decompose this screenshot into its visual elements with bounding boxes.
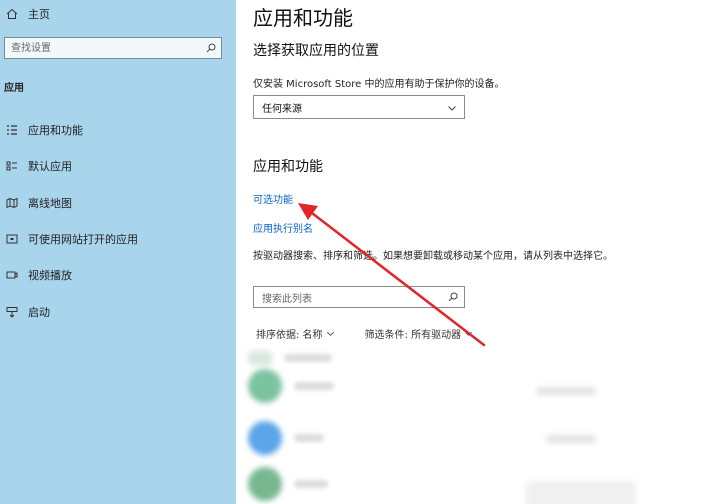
sidebar-item-video-playback[interactable]: 视频播放 [0,265,72,285]
app-size-placeholder [526,481,636,504]
app-list-blurred [236,345,708,504]
sidebar-item-default-apps[interactable]: 默认应用 [0,156,72,176]
sidebar-home-label: 主页 [28,8,50,21]
map-icon [4,195,20,211]
sidebar-item-offline-maps[interactable]: 离线地图 [0,193,72,213]
list-icon [4,122,20,138]
filter-by-label: 筛选条件: 所有驱动器 [364,330,462,341]
sidebar-item-web-apps[interactable]: 可使用网站打开的应用 [0,229,138,249]
apps-features-heading: 应用和功能 [253,159,323,175]
sidebar-item-label: 离线地图 [28,197,72,210]
startup-icon [4,304,20,320]
settings-sidebar: 主页 应用 应用和功能 默认应用 离线地图 可使用网站打开的应用 [0,0,236,504]
home-icon [4,6,20,22]
app-list-search-input[interactable] [254,290,442,305]
page-title: 应用和功能 [253,6,353,30]
sort-filter-row: 排序依据: 名称 筛选条件: 所有驱动器 [256,326,473,341]
chevron-down-icon [465,331,473,336]
app-icon [248,369,282,403]
sidebar-section-title: 应用 [4,83,24,94]
list-item[interactable] [248,467,328,501]
optional-features-link[interactable]: 可选功能 [253,191,293,206]
filter-by-dropdown[interactable]: 筛选条件: 所有驱动器 [365,326,474,341]
app-list-search-box[interactable] [253,286,465,308]
app-name-placeholder [294,434,324,442]
chevron-down-icon [448,106,456,111]
app-icon [248,351,272,365]
list-item[interactable] [248,421,324,455]
chevron-down-icon [326,331,334,336]
sidebar-item-apps-features[interactable]: 应用和功能 [0,120,83,140]
list-item[interactable] [248,351,332,365]
search-icon[interactable] [448,292,458,302]
sort-by-label: 排序依据: 名称 [256,330,323,341]
sidebar-item-startup[interactable]: 启动 [0,302,50,322]
video-icon [4,267,20,283]
web-app-icon [4,231,20,247]
app-name-placeholder [294,480,328,488]
sidebar-item-label: 启动 [28,306,50,319]
dropdown-selected-value: 任何来源 [262,103,302,115]
location-description: 仅安装 Microsoft Store 中的应用有助于保护你的设备。 [253,79,505,90]
sidebar-item-label: 可使用网站打开的应用 [28,233,138,246]
location-heading: 选择获取应用的位置 [253,43,379,59]
sidebar-home[interactable]: 主页 [0,4,50,24]
default-apps-icon [4,158,20,174]
app-name-placeholder [284,354,332,362]
app-size-placeholder [536,387,596,395]
app-icon [248,421,282,455]
app-source-dropdown[interactable]: 任何来源 [253,95,465,119]
sort-by-dropdown[interactable]: 排序依据: 名称 [256,326,335,341]
settings-search-input[interactable] [5,41,193,55]
app-execution-alias-link[interactable]: 应用执行别名 [253,220,313,235]
sidebar-item-label: 视频播放 [28,269,72,282]
sidebar-item-label: 应用和功能 [28,124,83,137]
search-icon[interactable] [206,43,216,53]
list-item[interactable] [248,369,334,403]
app-icon [248,467,282,501]
search-sort-filter-info: 按驱动器搜索、排序和筛选。如果想要卸载或移动某个应用，请从列表中选择它。 [253,251,613,262]
sidebar-item-label: 默认应用 [28,160,72,173]
main-content: 应用和功能 选择获取应用的位置 仅安装 Microsoft Store 中的应用… [236,0,708,504]
app-name-placeholder [294,382,334,390]
settings-search-box[interactable] [4,37,222,59]
app-size-placeholder [546,435,596,443]
